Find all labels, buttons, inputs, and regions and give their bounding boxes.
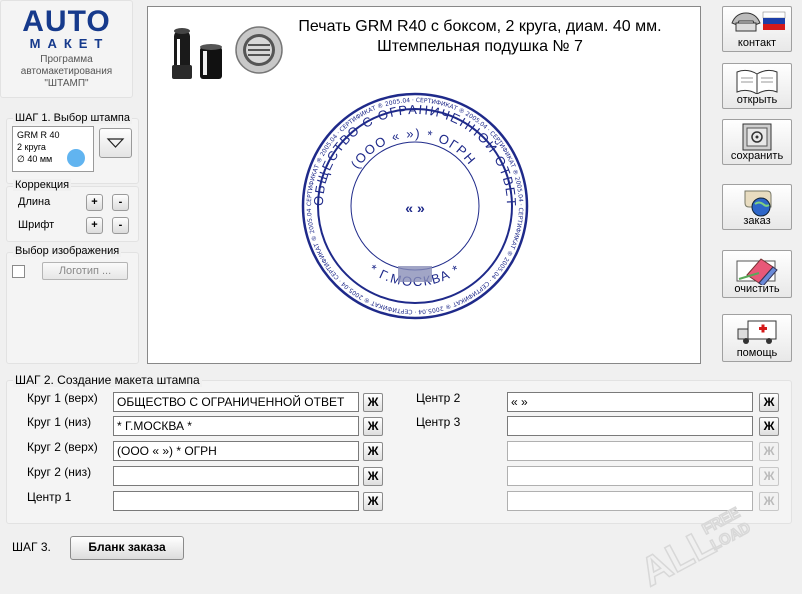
length-minus-button[interactable]: -	[112, 194, 129, 211]
font-minus-button[interactable]: -	[112, 217, 129, 234]
safe-icon	[742, 123, 772, 151]
logo-subtitle: Программа автомакетирования "ШТАМП"	[1, 54, 132, 90]
field-input-right-0[interactable]: « »	[507, 392, 753, 412]
bold-toggle-left-1[interactable]: Ж	[363, 417, 383, 436]
order-side-button[interactable]: заказ	[722, 184, 792, 230]
correction-legend: Коррекция	[13, 179, 72, 191]
field-label-left-0: Круг 1 (верх)	[27, 391, 98, 405]
open-button[interactable]: открыть	[722, 63, 792, 109]
ring1-top-text: ОБЩЕСТВО С ОГРАНИЧЕННОЙ ОТВЕТСТВЕННОСТЬЮ…	[300, 91, 518, 208]
bold-toggle-left-4[interactable]: Ж	[363, 492, 383, 511]
app-logo: AUTO МАКЕТ Программа автомакетирования "…	[0, 0, 133, 98]
length-plus-button[interactable]: +	[86, 194, 103, 211]
field-label-right-0: Центр 2	[416, 391, 461, 405]
image-checkbox[interactable]	[12, 265, 25, 278]
eraser-icon	[736, 258, 778, 285]
chevron-down-icon	[106, 138, 125, 148]
contact-button[interactable]: контакт	[722, 6, 792, 52]
stamp-model: GRM R 40	[17, 130, 60, 140]
logo-button[interactable]: Логотип ...	[42, 262, 128, 280]
field-input-left-0[interactable]: ОБЩЕСТВО С ОГРАНИЧЕННОЙ ОТВЕТ	[113, 392, 359, 412]
bold-toggle-left-3[interactable]: Ж	[363, 467, 383, 486]
stamp-product-icon	[172, 28, 222, 79]
svg-text:(ООО « ») * ОГРН: (ООО « ») * ОГРН	[348, 126, 480, 171]
field-label-left-3: Круг 2 (низ)	[27, 465, 92, 479]
bold-toggle-right-2[interactable]: Ж	[759, 442, 779, 461]
logo-word-maket: МАКЕТ	[29, 36, 110, 51]
ambulance-icon	[737, 320, 777, 344]
order-side-label: заказ	[743, 215, 771, 227]
logo-word-auto: AUTO	[22, 5, 111, 38]
field-input-left-1[interactable]: * Г.МОСКВА *	[113, 416, 359, 436]
image-legend: Выбор изображения	[13, 245, 122, 257]
step2-legend: ШАГ 2. Создание макета штампа	[13, 373, 202, 387]
preview-title: Печать GRM R40 с боксом, 2 круга, диам. …	[298, 18, 662, 55]
field-input-left-2[interactable]: (ООО « ») * ОГРН	[113, 441, 359, 461]
stamp-color-dot	[67, 149, 85, 167]
open-book-icon	[736, 69, 778, 94]
field-label-left-4: Центр 1	[27, 490, 72, 504]
svg-text:ОБЩЕСТВО С ОГРАНИЧЕННОЙ ОТВЕТС: ОБЩЕСТВО С ОГРАНИЧЕННОЙ ОТВЕТСТВЕННОСТЬЮ…	[300, 91, 519, 208]
save-label: сохранить	[730, 150, 784, 162]
field-label-right-1: Центр 3	[416, 415, 461, 429]
logo-sub-line2: автомакетирования	[20, 66, 113, 77]
globe-scroll-icon	[744, 190, 772, 217]
field-label-left-1: Круг 1 (низ)	[27, 415, 92, 429]
stamp-pad-icon	[235, 26, 283, 74]
contact-label: контакт	[737, 37, 777, 49]
clear-button[interactable]: очистить	[722, 250, 792, 298]
font-label: Шрифт	[18, 219, 55, 231]
help-button[interactable]: помощь	[722, 314, 792, 362]
field-input-left-3[interactable]	[113, 466, 359, 486]
field-input-right-1[interactable]	[507, 416, 753, 436]
open-label: открыть	[736, 94, 778, 106]
step1-legend: ШАГ 1. Выбор штампа	[13, 112, 132, 124]
field-label-left-2: Круг 2 (верх)	[27, 440, 98, 454]
font-plus-button[interactable]: +	[86, 217, 103, 234]
step3-label: ШАГ 3.	[12, 540, 51, 554]
watermark-logo: ALL FREE LOAD	[633, 504, 755, 590]
clear-label: очистить	[734, 283, 780, 295]
order-form-button[interactable]: Бланк заказа	[70, 536, 184, 560]
length-label: Длина	[18, 196, 51, 208]
save-button[interactable]: сохранить	[722, 119, 792, 165]
ring2-top-text: (ООО « ») * ОГРН	[348, 126, 478, 171]
bold-toggle-right-0[interactable]: Ж	[759, 393, 779, 412]
stamp-impression: СЕРТИФИКАТ ® 2005.04 · СЕРТИФИКАТ ® 2005…	[300, 91, 529, 320]
phone-flag-icon	[731, 11, 786, 32]
bold-toggle-left-0[interactable]: Ж	[363, 393, 383, 412]
bold-toggle-left-2[interactable]: Ж	[363, 442, 383, 461]
help-label: помощь	[736, 347, 778, 359]
stamp-preview: Печать GRM R40 с боксом, 2 круга, диам. …	[147, 6, 701, 364]
center-text: « »	[405, 200, 425, 216]
logo-sub-line3: "ШТАМП"	[44, 78, 89, 89]
field-input-left-4[interactable]	[113, 491, 359, 511]
logo-sub-line1: Программа	[40, 54, 93, 65]
bold-toggle-right-1[interactable]: Ж	[759, 417, 779, 436]
field-input-right-2[interactable]	[507, 441, 753, 461]
stamp-select[interactable]: GRM R 40 2 круга ∅ 40 мм	[12, 126, 94, 172]
stamp-logo-placeholder	[398, 266, 432, 282]
stamp-dropdown-button[interactable]	[99, 128, 132, 158]
